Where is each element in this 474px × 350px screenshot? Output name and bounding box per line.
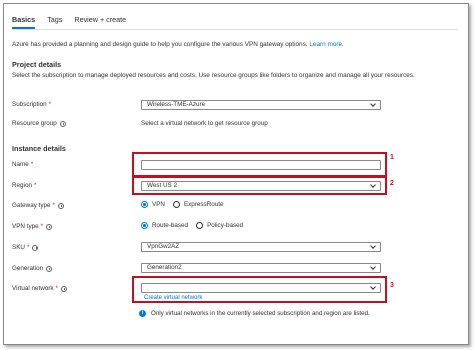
info-filled-icon: i <box>139 310 146 317</box>
tab-tags[interactable]: Tags <box>47 13 62 29</box>
vpn-type-radio-group: Route-based Policy-based <box>141 222 251 229</box>
sku-value: VpnGw2AZ <box>147 243 180 250</box>
intro-text: Azure has provided a planning and design… <box>12 41 344 48</box>
callout-number-1: 1 <box>390 154 394 161</box>
required-marker: * <box>52 202 55 209</box>
vpn-gateway-create-form: Basics Tags Review + create Azure has pr… <box>3 3 469 345</box>
chevron-down-icon <box>370 101 376 107</box>
resource-group-label: Resource group <box>12 120 66 127</box>
required-marker: * <box>26 244 30 251</box>
subscription-value: Wireless-TME-Azure <box>147 101 206 108</box>
gateway-type-expressroute-label: ExpressRoute <box>183 201 224 208</box>
tab-basics[interactable]: Basics <box>12 13 36 29</box>
gateway-type-radio-group: VPN ExpressRoute <box>141 201 232 208</box>
vpn-type-label: VPN type * <box>12 223 53 230</box>
learn-more-link[interactable]: Learn more. <box>309 41 343 48</box>
info-icon[interactable] <box>46 223 53 230</box>
gateway-type-vpn-radio[interactable]: VPN <box>141 201 165 208</box>
virtual-network-note: i Only virtual networks in the currently… <box>139 310 374 318</box>
chevron-down-icon <box>370 264 376 270</box>
generation-value: Generation2 <box>147 264 182 271</box>
sku-dropdown[interactable]: VpnGw2AZ <box>141 242 381 252</box>
region-label-text: Region <box>12 182 32 189</box>
radio-empty-icon <box>196 222 204 229</box>
project-details-heading: Project details <box>12 60 62 69</box>
virtual-network-label: Virtual network * <box>12 285 67 292</box>
generation-label-text: Generation <box>12 265 44 272</box>
required-marker: * <box>55 285 58 292</box>
generation-label: Generation <box>12 265 53 272</box>
gateway-type-vpn-label: VPN <box>152 201 165 208</box>
vpn-type-policy-based-label: Policy-based <box>207 222 244 229</box>
required-marker: * <box>30 161 34 168</box>
info-icon[interactable] <box>59 120 66 127</box>
info-icon[interactable] <box>57 202 64 209</box>
gateway-type-label: Gateway type * <box>12 202 64 209</box>
resource-group-label-text: Resource group <box>12 120 57 127</box>
info-icon[interactable] <box>61 285 67 292</box>
highlight-box-region <box>132 176 387 195</box>
region-label: Region * <box>12 182 36 189</box>
highlight-box-virtual-network <box>132 276 387 303</box>
name-label-text: Name <box>12 161 29 168</box>
gateway-type-expressroute-radio[interactable]: ExpressRoute <box>172 201 224 208</box>
callout-number-3: 3 <box>390 282 394 289</box>
instance-details-heading: Instance details <box>12 144 66 153</box>
info-icon[interactable] <box>46 265 53 272</box>
required-marker: * <box>48 101 52 108</box>
vpn-type-route-based-label: Route-based <box>152 222 189 229</box>
radio-selected-icon <box>141 201 148 208</box>
highlight-box-name <box>132 152 387 177</box>
radio-empty-icon <box>172 201 180 208</box>
subscription-dropdown[interactable]: Wireless-TME-Azure <box>141 100 381 110</box>
project-details-description: Select the subscription to manage deploy… <box>12 72 415 79</box>
tab-review-create[interactable]: Review + create <box>74 13 126 29</box>
chevron-down-icon <box>370 243 376 249</box>
gateway-type-label-text: Gateway type <box>12 202 51 209</box>
callout-number-2: 2 <box>390 180 394 187</box>
radio-selected-icon <box>141 222 148 229</box>
vpn-type-route-based-radio[interactable]: Route-based <box>141 222 188 229</box>
virtual-network-label-text: Virtual network <box>12 285 54 292</box>
name-label: Name * <box>12 161 33 168</box>
subscription-label: Subscription * <box>12 101 51 108</box>
sku-label: SKU * <box>12 244 39 251</box>
vpn-type-label-text: VPN type <box>12 223 39 230</box>
subscription-label-text: Subscription <box>12 101 47 108</box>
virtual-network-note-text: Only virtual networks in the currently s… <box>151 310 370 317</box>
required-marker: * <box>40 223 44 230</box>
intro-description: Azure has provided a planning and design… <box>12 41 308 48</box>
required-marker: * <box>33 182 37 189</box>
info-icon[interactable] <box>32 244 39 251</box>
tab-divider <box>12 29 458 30</box>
generation-dropdown[interactable]: Generation2 <box>141 263 381 273</box>
resource-group-value: Select a virtual network to get resource… <box>141 120 268 127</box>
sku-label-text: SKU <box>12 244 25 251</box>
tab-bar: Basics Tags Review + create <box>12 13 138 29</box>
vpn-type-policy-based-radio[interactable]: Policy-based <box>196 222 243 229</box>
